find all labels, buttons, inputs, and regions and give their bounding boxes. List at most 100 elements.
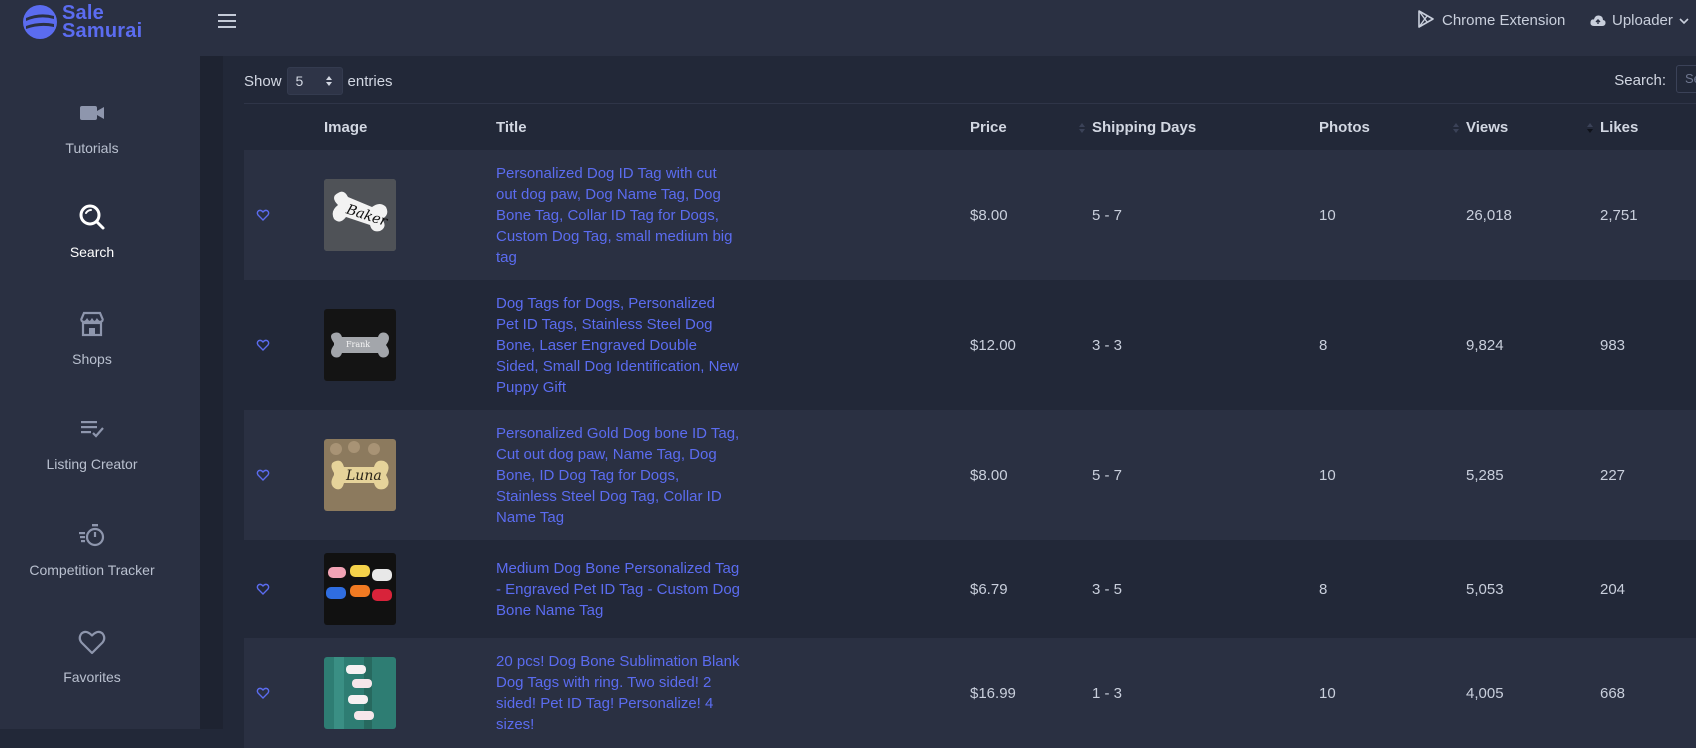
sidebar-item-shops[interactable]: Shops <box>0 309 184 367</box>
column-header-likes[interactable]: Likes <box>1600 103 1696 150</box>
image-cell: Luna <box>324 410 496 540</box>
favorite-heart-icon[interactable] <box>256 208 270 222</box>
search-placeholder: Se <box>1685 71 1696 86</box>
product-thumbnail[interactable] <box>324 657 396 729</box>
sidebar-item-label: Shops <box>72 351 112 367</box>
favorite-cell <box>244 638 324 748</box>
favorite-heart-icon[interactable] <box>256 686 270 700</box>
chevron-down-icon <box>1679 17 1689 24</box>
sort-icon <box>1079 123 1085 133</box>
product-title-link[interactable]: Medium Dog Bone Personalized Tag - Engra… <box>496 558 741 621</box>
dog-tag-image <box>324 657 396 729</box>
views-cell: 5,285 <box>1466 466 1504 484</box>
search-icon <box>79 204 105 230</box>
top-header: Chrome Extension Uploader <box>200 0 1696 56</box>
column-header-title[interactable]: Title <box>496 103 970 150</box>
logo-icon <box>23 5 57 39</box>
image-cell: Frank <box>324 280 496 410</box>
menu-toggle-button[interactable] <box>218 14 236 28</box>
favorite-cell <box>244 150 324 280</box>
product-title-link[interactable]: 20 pcs! Dog Bone Sublimation Blank Dog T… <box>496 651 741 735</box>
likes-cell: 983 <box>1600 336 1626 354</box>
column-header-photos[interactable]: Photos <box>1319 103 1466 150</box>
views-cell: 9,824 <box>1466 336 1504 354</box>
dog-tag-image: Frank <box>324 309 396 381</box>
photos-cell: 10 <box>1319 206 1336 224</box>
photos-cell: 8 <box>1319 336 1328 354</box>
favorite-heart-icon[interactable] <box>256 338 270 352</box>
entries-value: 5 <box>295 73 304 89</box>
sort-icon <box>1453 123 1459 133</box>
thumbnail-text: Frank <box>346 340 370 349</box>
views-cell: 4,005 <box>1466 684 1504 702</box>
photos-cell: 8 <box>1319 580 1328 598</box>
sidebar-item-tutorials[interactable]: Tutorials <box>0 98 184 156</box>
search-label: Search: <box>1614 72 1666 89</box>
favorite-heart-icon[interactable] <box>256 582 270 596</box>
table-row: Medium Dog Bone Personalized Tag - Engra… <box>244 540 1696 638</box>
likes-cell: 668 <box>1600 684 1626 702</box>
price-cell: $8.00 <box>970 466 1008 484</box>
column-header-views[interactable]: Views <box>1466 103 1600 150</box>
sidebar-item-favorites[interactable]: Favorites <box>0 627 184 685</box>
favorite-heart-icon[interactable] <box>256 468 270 482</box>
logo-text: Sale Samurai <box>62 3 142 41</box>
sidebar-item-label: Competition Tracker <box>29 562 155 578</box>
table-header-row: Image Title Price Shipping Days Photos V… <box>244 103 1696 150</box>
dog-tag-image: Baker <box>324 179 396 251</box>
image-cell: Baker <box>324 150 496 280</box>
sidebar-item-listing-creator[interactable]: Listing Creator <box>0 414 184 472</box>
price-cell: $6.79 <box>970 580 1008 598</box>
photos-cell: 10 <box>1319 466 1336 484</box>
table-row: Baker Personalized Dog ID Tag with cut o… <box>244 150 1696 280</box>
chrome-extension-link[interactable]: Chrome Extension <box>1417 9 1566 29</box>
likes-cell: 204 <box>1600 580 1626 598</box>
product-thumbnail[interactable] <box>324 553 396 625</box>
list-check-icon <box>81 421 104 438</box>
product-title-link[interactable]: Personalized Dog ID Tag with cut out dog… <box>496 163 741 268</box>
logo[interactable]: Sale Samurai <box>22 3 142 41</box>
sidebar-item-label: Search <box>69 244 115 260</box>
product-thumbnail[interactable]: Frank <box>324 309 396 381</box>
shipping-days-cell: 5 - 7 <box>1092 206 1123 224</box>
shipping-days-cell: 3 - 3 <box>1092 336 1123 354</box>
entries-select[interactable]: 5 <box>286 67 343 95</box>
product-title-link[interactable]: Personalized Gold Dog bone ID Tag, Cut o… <box>496 423 741 528</box>
uploader-label: Uploader <box>1612 12 1673 29</box>
sidebar-item-label: Listing Creator <box>46 456 138 472</box>
price-cell: $8.00 <box>970 206 1008 224</box>
shipping-days-cell: 5 - 7 <box>1092 466 1123 484</box>
sidebar: Sale Samurai Tutorials Search Shops List… <box>0 0 200 729</box>
uploader-dropdown[interactable]: Uploader <box>1590 12 1689 29</box>
sidebar-item-search[interactable]: Search <box>0 202 184 260</box>
hamburger-icon <box>218 26 236 28</box>
chrome-extension-label: Chrome Extension <box>1442 12 1566 29</box>
hamburger-icon <box>218 14 236 16</box>
column-header-image[interactable]: Image <box>324 103 496 150</box>
column-header-label: Views <box>1466 118 1509 136</box>
column-header-shipping-days[interactable]: Shipping Days <box>1092 103 1319 150</box>
thumbnail-text: Luna <box>345 468 382 484</box>
table-row: Frank Dog Tags for Dogs, Personalized Pe… <box>244 280 1696 410</box>
price-cell: $16.99 <box>970 684 1016 702</box>
search-input[interactable]: Se <box>1676 65 1696 93</box>
price-cell: $12.00 <box>970 336 1016 354</box>
video-camera-icon <box>80 106 104 120</box>
product-thumbnail[interactable]: Luna <box>324 439 396 511</box>
dog-tag-image: Luna <box>324 439 396 511</box>
views-cell: 5,053 <box>1466 580 1504 598</box>
favorite-cell <box>244 280 324 410</box>
product-thumbnail[interactable]: Baker <box>324 179 396 251</box>
favorite-cell <box>244 540 324 638</box>
store-icon <box>79 311 105 337</box>
dog-tag-image <box>324 553 396 625</box>
column-header-label: Photos <box>1319 118 1370 136</box>
heart-icon <box>78 630 106 655</box>
image-cell <box>324 540 496 638</box>
product-title-link[interactable]: Dog Tags for Dogs, Personalized Pet ID T… <box>496 293 741 398</box>
likes-cell: 2,751 <box>1600 206 1638 224</box>
sidebar-item-competition-tracker[interactable]: Competition Tracker <box>0 520 184 578</box>
column-header-price[interactable]: Price <box>970 103 1092 150</box>
hamburger-icon <box>218 20 236 22</box>
show-label: Show <box>244 72 282 90</box>
